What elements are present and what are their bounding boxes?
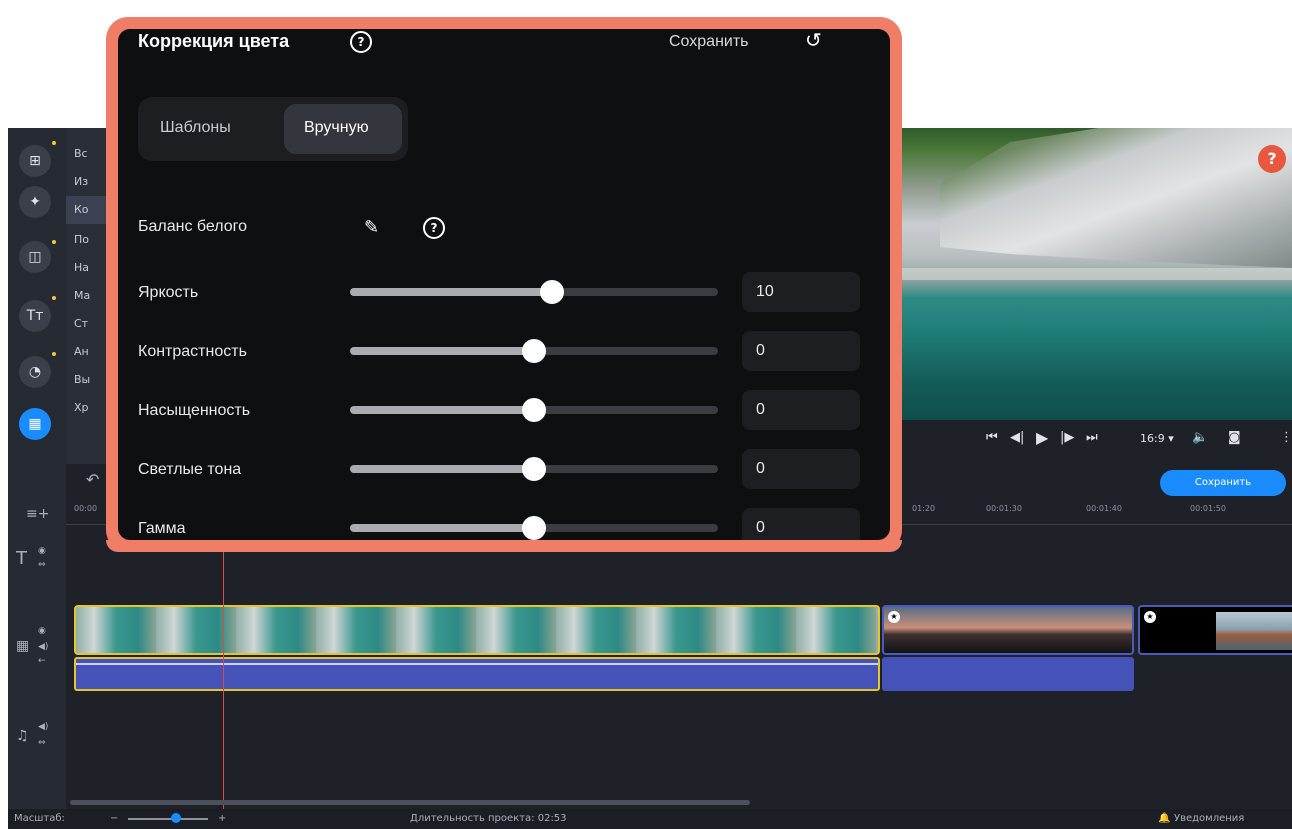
dialog-frame-bottom	[106, 540, 902, 552]
contrast-slider[interactable]	[350, 339, 718, 363]
slider-label-gamma: Гамма	[138, 520, 186, 537]
preview-frame-cliff	[940, 128, 1292, 268]
transitions-icon[interactable]: ◫	[19, 241, 51, 273]
tick-label: 00:01:40	[1086, 504, 1122, 513]
skip-start-icon[interactable]: ⏮	[986, 430, 998, 445]
timeline-scrollbar[interactable]	[70, 800, 750, 805]
notifications-link[interactable]: Уведомления	[1174, 813, 1244, 824]
dialog-title: Коррекция цвета	[138, 31, 290, 51]
slider-fill	[350, 406, 534, 414]
visibility-icon[interactable]: ◉	[38, 546, 46, 556]
slider-thumb[interactable]	[522, 516, 546, 540]
add-track-icon[interactable]: ≡+	[26, 506, 49, 522]
slider-label-highlights: Светлые тона	[138, 461, 242, 478]
star-icon: ★	[1144, 611, 1156, 623]
stickers-icon[interactable]: ◔	[19, 356, 51, 388]
slider-thumb[interactable]	[522, 398, 546, 422]
play-icon[interactable]: ▶	[1036, 428, 1048, 447]
tick-label: 00:01:30	[986, 504, 1022, 513]
zoom-slider[interactable]	[128, 818, 208, 820]
video-clip-sea[interactable]	[74, 605, 880, 655]
skip-end-icon[interactable]: ⏭	[1086, 430, 1098, 445]
arrow-left-icon[interactable]: ←	[38, 656, 46, 666]
import-icon[interactable]: ⊞	[19, 145, 51, 177]
aspect-ratio-value: 16:9	[1140, 432, 1165, 445]
highlights-value-field[interactable]: 0	[742, 449, 860, 489]
saturation-value: 0	[756, 401, 765, 418]
slider-fill	[350, 347, 534, 355]
slider-label-saturation: Насыщенность	[138, 402, 251, 419]
gamma-slider[interactable]	[350, 516, 718, 540]
project-duration: Длительность проекта: 02:53	[410, 813, 567, 824]
slider-label-brightness: Яркость	[138, 284, 199, 301]
brightness-value: 10	[756, 283, 774, 300]
titles-icon[interactable]: Tт	[19, 300, 51, 332]
saturation-slider[interactable]	[350, 398, 718, 422]
video-clip-sunset[interactable]	[882, 605, 1134, 655]
audio-strip[interactable]	[882, 657, 1134, 691]
saturation-value-field[interactable]: 0	[742, 390, 860, 430]
question-circle-icon[interactable]: ?	[423, 217, 445, 239]
slider-fill	[350, 288, 553, 296]
tab-templates[interactable]: Шаблоны	[160, 119, 231, 137]
music-track-icon: ♫	[16, 728, 29, 744]
zoom-slider-thumb[interactable]	[171, 813, 181, 823]
star-icon: ★	[888, 611, 900, 623]
video-preview[interactable]	[880, 128, 1292, 420]
contrast-value: 0	[756, 342, 765, 359]
volume-line[interactable]	[76, 663, 878, 665]
brightness-slider[interactable]	[350, 280, 718, 304]
tools-sidebar: ⊞ ✦ ◫ Tт ◔ ▦	[8, 128, 66, 464]
magic-wand-icon[interactable]: ✦	[19, 186, 51, 218]
preview-frame-shore	[880, 268, 1292, 280]
brightness-value-field[interactable]: 10	[742, 272, 860, 312]
tab-manual-label[interactable]: Вручную	[304, 119, 369, 137]
zoom-out-icon[interactable]: −	[110, 813, 118, 824]
step-back-icon[interactable]: ◀|	[1010, 430, 1024, 445]
contrast-value-field[interactable]: 0	[742, 331, 860, 371]
aspect-ratio-select[interactable]: 16:9 ▾	[1140, 432, 1174, 445]
help-badge[interactable]: ?	[1258, 145, 1286, 173]
slider-fill	[350, 524, 534, 532]
slider-fill	[350, 465, 534, 473]
slider-label-contrast: Контрастность	[138, 343, 247, 360]
slider-thumb[interactable]	[522, 457, 546, 481]
mute-icon[interactable]: ◀)	[38, 642, 48, 652]
save-button[interactable]: Сохранить	[1160, 470, 1286, 496]
eyedropper-icon[interactable]: ✎	[364, 217, 379, 238]
link-icon[interactable]: ⇔	[38, 560, 46, 570]
snapshot-icon[interactable]: ◙	[1228, 430, 1241, 445]
bell-icon[interactable]: 🔔	[1158, 813, 1170, 824]
undo-icon[interactable]: ↺	[805, 28, 822, 52]
question-circle-icon[interactable]: ?	[350, 31, 372, 53]
title-track-icon: T	[16, 548, 27, 569]
step-forward-icon[interactable]: |▶	[1060, 430, 1074, 445]
tick-label: 00:01:50	[1190, 504, 1226, 513]
zoom-in-icon[interactable]: +	[218, 813, 226, 824]
volume-icon[interactable]: 🔈	[1192, 430, 1208, 445]
undo-arrow-icon[interactable]: ↶	[86, 470, 99, 489]
mute-icon[interactable]: ◀)	[38, 722, 48, 732]
white-balance-label: Баланс белого	[138, 218, 248, 235]
tick-label: 01:20	[912, 504, 936, 513]
save-link[interactable]: Сохранить	[669, 33, 749, 51]
gamma-value: 0	[756, 519, 765, 536]
video-track-icon: ▦	[16, 638, 30, 654]
more-tools-icon[interactable]: ▦	[19, 408, 51, 440]
clip-thumbnail	[1216, 612, 1292, 650]
tick-label: 00:00	[74, 504, 98, 513]
link-icon[interactable]: ⇔	[38, 738, 46, 748]
highlights-value: 0	[756, 460, 765, 477]
slider-thumb[interactable]	[522, 339, 546, 363]
more-icon[interactable]: ⋮	[1280, 430, 1292, 445]
visibility-icon[interactable]: ◉	[38, 626, 46, 636]
highlights-slider[interactable]	[350, 457, 718, 481]
zoom-label: Масштаб:	[14, 813, 65, 824]
